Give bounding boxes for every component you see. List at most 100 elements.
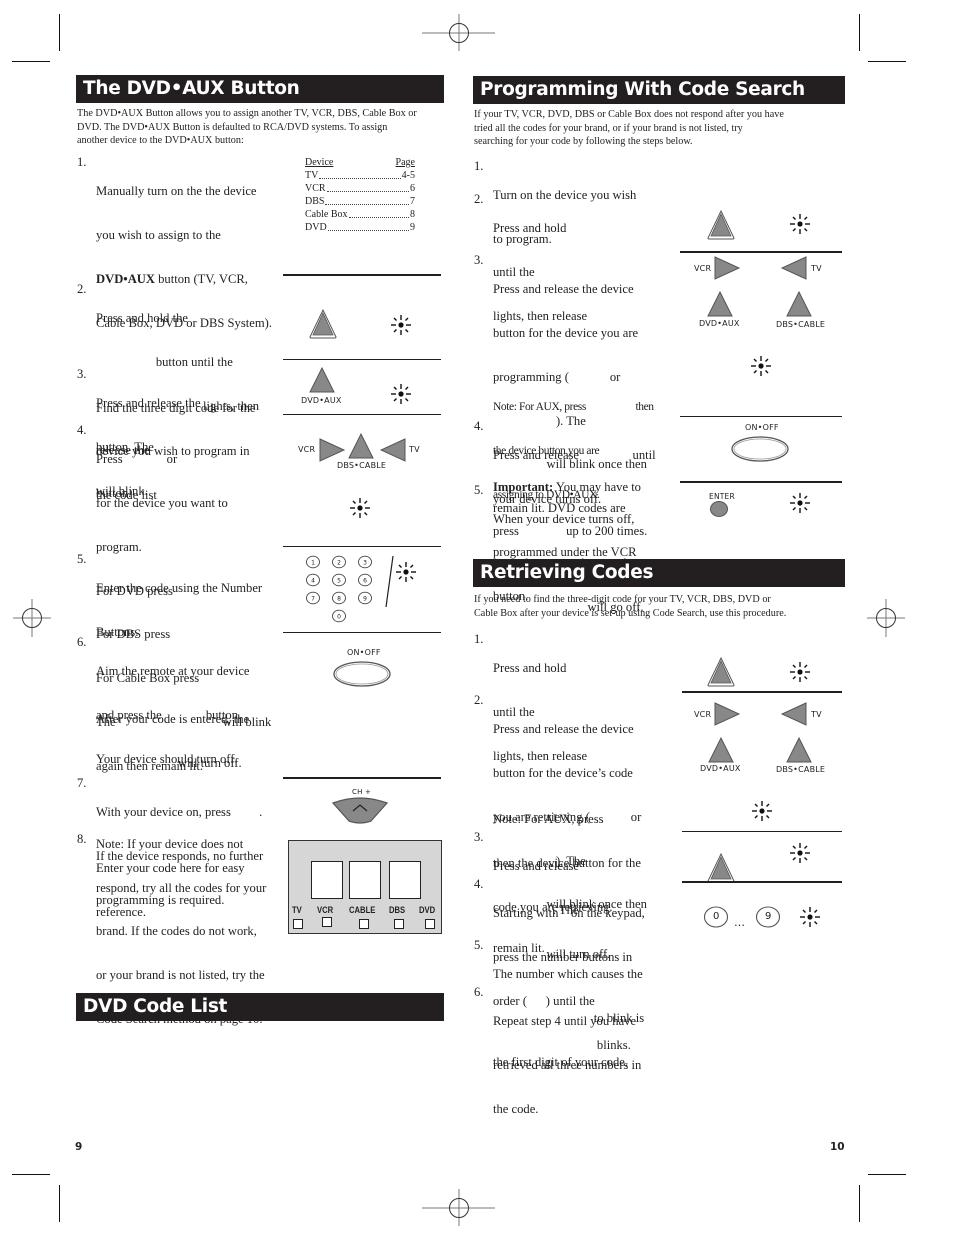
- divider: [682, 691, 842, 693]
- step-line: Press and release the device: [493, 282, 634, 297]
- svg-text:3: 3: [363, 559, 367, 566]
- step-number: 3.: [474, 253, 484, 267]
- column-header-device: Device: [305, 157, 334, 168]
- code-digit-box[interactable]: [311, 861, 343, 899]
- tv-label: TV: [811, 264, 822, 273]
- step-line: Repeat step 4 until you have: [493, 1014, 637, 1029]
- svg-text:5: 5: [337, 577, 341, 584]
- device-label-dbs: DBS: [389, 905, 406, 915]
- dvd-aux-button-icon: [309, 366, 335, 393]
- keypad-key-2: 2: [332, 555, 346, 569]
- checkbox-dvd[interactable]: [425, 919, 435, 929]
- table-row: DVD 9: [305, 221, 415, 234]
- table-row: DBS 7: [305, 195, 415, 208]
- step-number: 7.: [77, 776, 87, 790]
- step-line: retrieved all three numbers in: [493, 1057, 642, 1072]
- crop-mark: [859, 1185, 860, 1222]
- intro-paragraph: If you need to find the three-digit code…: [474, 593, 849, 620]
- checkbox-vcr[interactable]: [322, 917, 332, 927]
- step-line: Press and release: [493, 859, 580, 874]
- step-number: 6.: [474, 985, 484, 999]
- step-line: Manually turn on the the device: [96, 184, 257, 199]
- indicator-light-icon: [800, 907, 820, 927]
- keypad-separator: [385, 555, 394, 608]
- vcr-button-icon: [714, 702, 741, 726]
- indicator-light-icon: [752, 801, 772, 821]
- page-cell: 4-5: [401, 170, 415, 181]
- step-number: 8.: [77, 832, 87, 846]
- step-number: 4.: [474, 419, 484, 433]
- enter-button-icon: [710, 501, 728, 517]
- checkbox-dbs[interactable]: [394, 919, 404, 929]
- dvd-aux-label: DVD•AUX: [301, 396, 342, 405]
- page-cell: 8: [410, 209, 415, 220]
- step-line: Press and hold: [493, 221, 567, 236]
- indicator-light-icon: [391, 315, 411, 335]
- intro-line: searching for your code by following the…: [474, 136, 693, 148]
- step-number: 4.: [77, 423, 87, 437]
- intro-paragraph: The DVD•AUX Button allows you to assign …: [77, 107, 447, 148]
- step-line: Press and release the device: [493, 722, 634, 737]
- checkbox-tv[interactable]: [293, 919, 303, 929]
- divider: [680, 416, 842, 418]
- step-number: 2.: [77, 282, 87, 296]
- code-search-button-icon: [707, 656, 735, 687]
- section-title-code-search: Programming With Code Search: [473, 76, 845, 104]
- intro-line: DVD. The DVD•AUX Button is defaulted to …: [77, 121, 388, 133]
- divider: [680, 251, 842, 253]
- intro-line: The DVD•AUX Button allows you to assign …: [77, 108, 417, 119]
- divider: [682, 881, 842, 883]
- divider: [283, 274, 441, 276]
- key-0-label: 0: [713, 911, 720, 922]
- checkbox-cable[interactable]: [359, 919, 369, 929]
- code-digit-box[interactable]: [389, 861, 421, 899]
- crop-mark: [12, 61, 50, 62]
- crop-mark: [868, 61, 906, 62]
- tv-button-icon: [780, 256, 807, 280]
- device-cell: DVD: [305, 222, 327, 233]
- dbs-cable-button-icon: [786, 736, 812, 763]
- crop-mark: [868, 1174, 906, 1175]
- code-search-button-icon: [309, 308, 337, 339]
- keypad-key-5: 5: [332, 573, 346, 587]
- table-row: VCR 6: [305, 182, 415, 195]
- divider: [283, 632, 441, 634]
- indicator-light-icon: [790, 214, 810, 234]
- crop-mark: [12, 1174, 50, 1175]
- vcr-label: VCR: [694, 264, 712, 273]
- indicator-light-icon: [391, 384, 411, 404]
- code-search-button-icon: [707, 852, 735, 883]
- divider: [680, 481, 842, 483]
- divider: [682, 831, 842, 833]
- step-line: The number which causes the: [493, 967, 643, 982]
- page-cell: 7: [410, 196, 415, 207]
- step-number: 5.: [474, 938, 484, 952]
- registration-mark-right: [867, 599, 905, 637]
- step-line: button for the device you are: [493, 325, 639, 340]
- ellipsis-label: …: [734, 916, 746, 929]
- tv-button-icon: [379, 438, 406, 462]
- step-number: 5.: [77, 552, 87, 566]
- keypad-key-4: 4: [306, 573, 320, 587]
- intro-line: another device to the DVD•AUX button:: [77, 135, 244, 147]
- svg-text:6: 6: [363, 577, 367, 584]
- svg-text:2: 2: [337, 559, 341, 566]
- device-cell: VCR: [305, 183, 326, 194]
- code-search-button-icon: [707, 209, 735, 240]
- registration-mark-top: [422, 14, 495, 51]
- code-digit-box[interactable]: [349, 861, 381, 899]
- column-header-page: Page: [395, 157, 415, 168]
- keypad-key-7: 7: [306, 591, 320, 605]
- intro-line: Cable Box after your device is set-up us…: [474, 607, 787, 619]
- step-line: Note: For AUX, press then: [493, 401, 654, 414]
- channel-up-button-icon: [331, 797, 389, 824]
- step-line: Press or: [96, 452, 178, 467]
- registration-mark-bottom: [422, 1189, 495, 1226]
- dbs-cable-label: DBS•CABLE: [337, 461, 387, 470]
- step-line: reference.: [96, 904, 146, 919]
- step-line: Note: For AUX, press: [493, 812, 604, 827]
- indicator-light-icon: [751, 356, 771, 376]
- step-line: Your device should turn off.: [96, 751, 238, 766]
- step-line: Enter your code here for easy: [96, 861, 245, 876]
- page-number-right: 10: [830, 1141, 845, 1153]
